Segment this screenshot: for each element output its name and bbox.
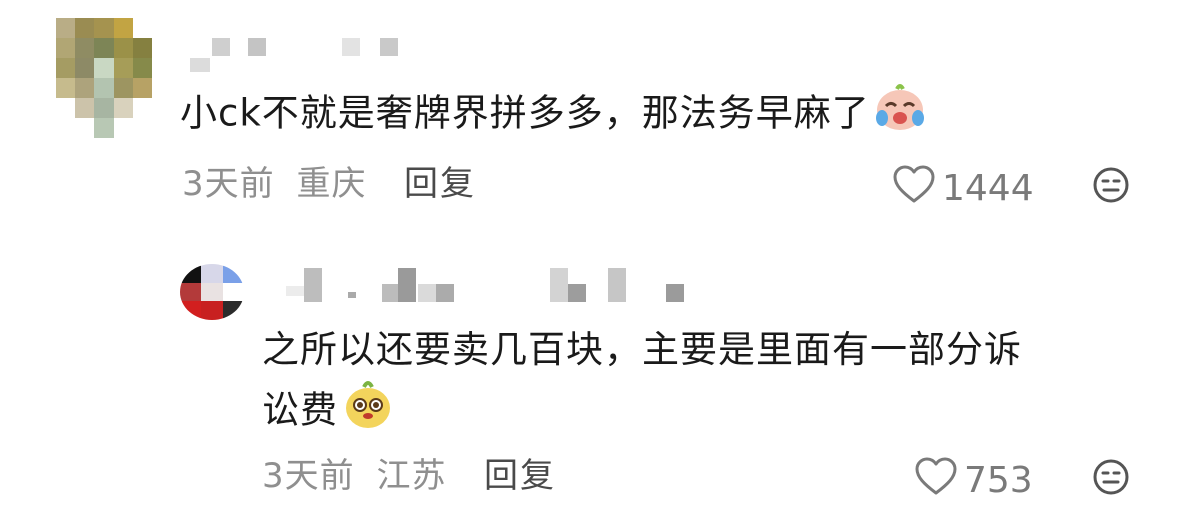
comment-location: 重庆 [296,164,367,204]
crying-laugh-emoji [874,82,926,148]
comment-text-line-2-content: 讼费 [262,388,338,432]
reply-button[interactable]: 回复 [484,456,556,496]
avatar[interactable] [180,264,244,320]
like-count: 753 [964,459,1033,501]
heart-outline-icon [914,456,958,505]
face-more-icon[interactable] [1092,458,1129,495]
comment-text-line-2: 讼费 [262,378,1162,446]
username-blurred[interactable] [342,38,360,56]
username-blurred[interactable] [248,38,266,56]
comment-text: 小ck不就是奢牌界拼多多，那法务早麻了 [180,82,926,148]
comment-meta: 3天前 江苏 [262,456,446,496]
comment-text-content: 小ck不就是奢牌界拼多多，那法务早麻了 [180,91,870,135]
comment-time: 3天前 [262,456,355,496]
like-count: 1444 [942,167,1034,209]
like-button[interactable]: 1444 [892,164,1034,213]
comment-location: 江苏 [376,456,447,496]
comment-time: 3天前 [182,164,275,204]
username-blurred[interactable] [286,286,304,296]
heart-outline-icon [892,164,936,213]
username-blurred[interactable] [398,268,416,302]
username-blurred[interactable] [212,38,230,56]
username-blurred[interactable] [348,292,356,298]
username-blurred[interactable] [418,284,436,302]
comment-meta: 3天前 重庆 [182,164,366,204]
cute-face-emoji [342,378,394,446]
reply-button[interactable]: 回复 [404,164,476,204]
username-blurred[interactable] [666,284,684,302]
username-blurred[interactable] [304,268,322,302]
username-blurred[interactable] [608,268,626,302]
comment-text-line-1: 之所以还要卖几百块，主要是里面有一部分诉 [262,328,1022,371]
username-blurred[interactable] [550,268,568,302]
username-blurred[interactable] [380,38,398,56]
avatar[interactable] [56,18,152,138]
face-more-icon[interactable] [1092,166,1129,203]
username-blurred[interactable] [190,58,210,72]
like-button[interactable]: 753 [914,456,1033,505]
username-blurred[interactable] [436,284,454,302]
username-blurred[interactable] [568,284,586,302]
comment-text: 之所以还要卖几百块，主要是里面有一部分诉 讼费 [262,322,1162,446]
